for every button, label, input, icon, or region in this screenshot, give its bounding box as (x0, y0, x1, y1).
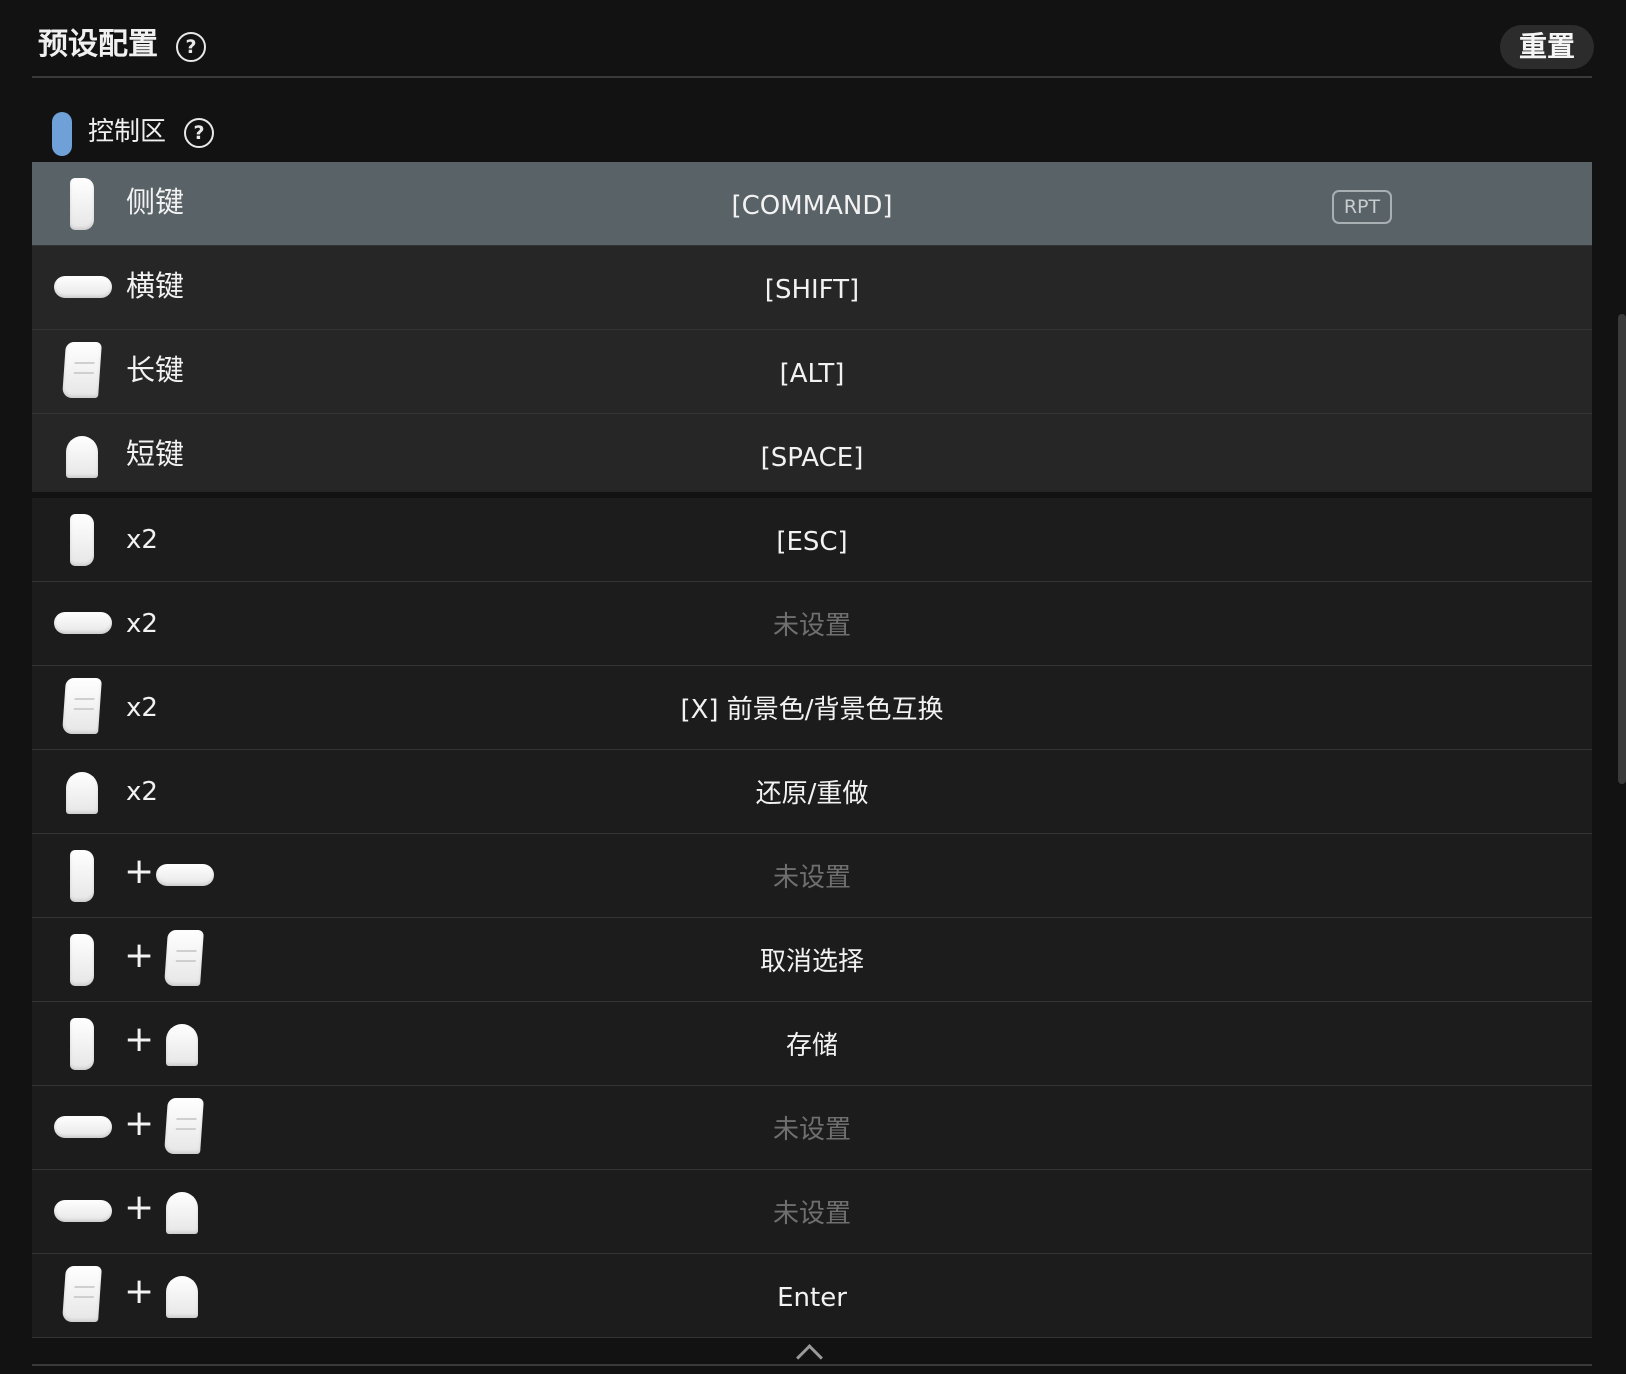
row-action: Enter (777, 1283, 847, 1313)
mapping-row-side-plus-short[interactable]: + 存储 (32, 1002, 1592, 1086)
chevron-up-icon[interactable] (796, 1344, 823, 1371)
mapping-row-long-plus-short[interactable]: + Enter (32, 1254, 1592, 1338)
row-action: 未设置 (772, 863, 851, 893)
mapping-row-horizontal-plus-short[interactable]: + 未设置 (32, 1170, 1592, 1254)
row-action: 未设置 (772, 1199, 851, 1229)
row-action: 未设置 (772, 611, 851, 641)
row-action: [ESC] (776, 527, 848, 557)
preset-header: 预设配置 ? 重置 (32, 0, 1594, 78)
row-action: [SPACE] (760, 443, 864, 473)
mapping-row-horizontal-key[interactable]: 横键 [SHIFT] (32, 246, 1592, 330)
scrollbar[interactable] (1618, 314, 1626, 784)
row-action: 未设置 (772, 1115, 851, 1145)
row-action: 还原/重做 (755, 779, 869, 809)
row-action: [ALT] (779, 359, 845, 389)
section-title: 控制区 (88, 117, 167, 147)
mapping-row-long-key-double[interactable]: x2 [X] 前景色/背景色互换 (32, 666, 1592, 750)
mapping-row-side-key-double[interactable]: x2 [ESC] (32, 498, 1592, 582)
row-action: 存储 (785, 1031, 838, 1061)
control-zone-indicator-icon (52, 112, 72, 156)
reset-button[interactable]: 重置 (1500, 25, 1594, 69)
help-icon[interactable]: ? (184, 118, 214, 148)
mapping-row-side-key[interactable]: 侧键 [COMMAND] RPT (32, 162, 1592, 246)
mapping-row-horizontal-key-double[interactable]: x2 未设置 (32, 582, 1592, 666)
mapping-row-horizontal-plus-long[interactable]: + 未设置 (32, 1086, 1592, 1170)
mapping-row-long-key[interactable]: 长键 [ALT] (32, 330, 1592, 414)
mapping-row-short-key[interactable]: 短键 [SPACE] (32, 414, 1592, 498)
mapping-row-side-plus-long[interactable]: + 取消选择 (32, 918, 1592, 1002)
mapping-row-short-key-double[interactable]: x2 还原/重做 (32, 750, 1592, 834)
repeat-badge[interactable]: RPT (1332, 190, 1392, 224)
mapping-row-side-plus-horizontal[interactable]: + 未设置 (32, 834, 1592, 918)
help-icon[interactable]: ? (176, 32, 206, 62)
row-action: 取消选择 (759, 947, 864, 977)
row-action: [SHIFT] (764, 275, 860, 305)
page-title: 预设配置 (38, 27, 158, 62)
key-mapping-list: 侧键 [COMMAND] RPT 横键 [SHIFT] 长键 [ALT] 短键 … (32, 162, 1592, 1338)
row-action: [X] 前景色/背景色互换 (680, 695, 944, 725)
